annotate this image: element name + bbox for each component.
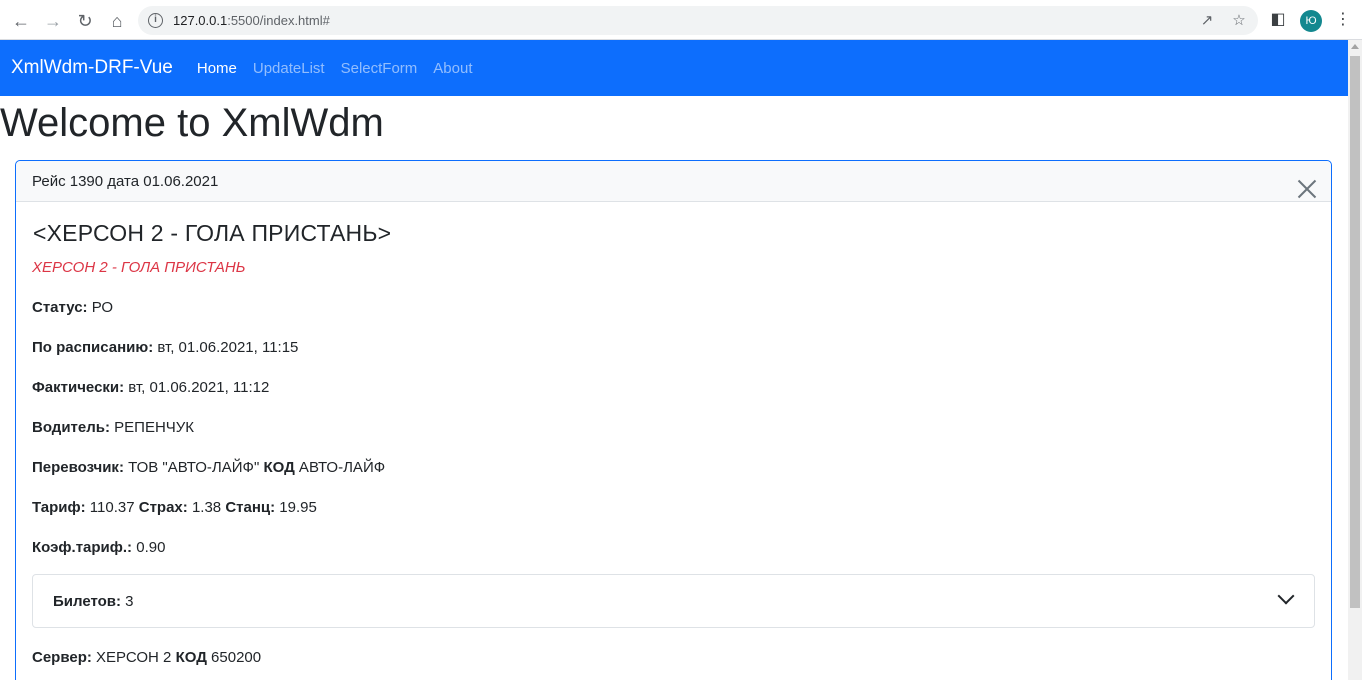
server-value: ХЕРСОН 2 [91, 649, 176, 666]
page-content: XmlWdm-DRF-Vue Home UpdateList SelectFor… [0, 40, 1348, 680]
bookmark-star-icon[interactable]: ☆ [1230, 12, 1248, 30]
actual-label: Фактически: [32, 379, 125, 396]
coef-field: Коэф.тариф.: 0.90 [32, 539, 165, 556]
driver-field: Водитель: РЕПЕНЧУК [32, 419, 194, 436]
carrier-value: ТОВ "АВТО-ЛАЙФ" [123, 459, 264, 476]
share-icon[interactable]: ↗ [1198, 12, 1216, 30]
server-label: Сервер: [32, 649, 92, 666]
chevron-down-icon[interactable] [1277, 587, 1295, 605]
scrollbar-thumb[interactable] [1350, 56, 1360, 608]
forward-arrow-icon[interactable]: → [40, 8, 66, 34]
menu-kebab-icon[interactable]: ⋮ [1332, 9, 1354, 31]
carrier-label: Перевозчик: [32, 459, 124, 476]
side-panel-icon[interactable]: ◧ [1267, 9, 1289, 31]
carrier-code-value: АВТО-ЛАЙФ [294, 459, 386, 476]
tickets-text: Билетов: 3 [53, 593, 134, 610]
nav-link-about[interactable]: About [433, 60, 472, 77]
status-value: РО [87, 299, 114, 316]
url-text[interactable]: 127.0.0.1:5500/index.html# [173, 13, 330, 28]
station-label: Станц: [225, 499, 276, 516]
tickets-label: Билетов: [53, 593, 122, 610]
status-label: Статус: [32, 299, 88, 316]
nav-link-selectform[interactable]: SelectForm [341, 60, 418, 77]
scroll-up-arrow-icon[interactable] [1351, 44, 1359, 49]
browser-toolbar: ← → ↻ ⌂ i 127.0.0.1:5500/index.html# ↗ ☆… [0, 0, 1362, 40]
status-field: Статус: РО [32, 299, 113, 316]
url-host: 127.0.0.1 [173, 13, 228, 28]
carrier-field: Перевозчик: ТОВ "АВТО-ЛАЙФ" КОД АВТО-ЛАЙ… [32, 459, 385, 476]
insurance-value: 1.38 [187, 499, 226, 516]
nav-link-home[interactable]: Home [197, 60, 237, 77]
driver-label: Водитель: [32, 419, 110, 436]
trip-card: Рейс 1390 дата 01.06.2021 <ХЕРСОН 2 - ГО… [15, 160, 1332, 680]
trip-header-text: Рейс 1390 дата 01.06.2021 [32, 173, 219, 190]
tariff-label: Тариф: [32, 499, 86, 516]
address-bar[interactable]: i 127.0.0.1:5500/index.html# ↗ ☆ [138, 6, 1258, 35]
page-title: Welcome to XmlWdm [0, 101, 384, 145]
station-value: 19.95 [275, 499, 317, 516]
driver-value: РЕПЕНЧУК [109, 419, 195, 436]
actual-field: Фактически: вт, 01.06.2021, 11:12 [32, 379, 269, 396]
home-icon[interactable]: ⌂ [104, 8, 130, 34]
route-title: <ХЕРСОН 2 - ГОЛА ПРИСТАНЬ> [33, 220, 392, 246]
coef-value: 0.90 [132, 539, 166, 556]
close-icon[interactable] [1297, 179, 1317, 199]
tickets-accordion[interactable]: Билетов: 3 [32, 574, 1315, 628]
back-arrow-icon[interactable]: ← [8, 8, 34, 34]
url-path: :5500/index.html# [227, 13, 330, 28]
scheduled-value: вт, 01.06.2021, 11:15 [153, 339, 299, 356]
server-code-label: КОД [175, 649, 207, 666]
site-info-icon[interactable]: i [148, 13, 163, 28]
route-subtitle: ХЕРСОН 2 - ГОЛА ПРИСТАНЬ [32, 259, 246, 276]
tariff-value: 110.37 [85, 499, 139, 516]
reload-icon[interactable]: ↻ [72, 8, 98, 34]
server-field: Сервер: ХЕРСОН 2 КОД 650200 [32, 649, 261, 666]
card-header: Рейс 1390 дата 01.06.2021 [16, 161, 1331, 202]
tickets-value: 3 [121, 593, 134, 610]
insurance-label: Страх: [138, 499, 188, 516]
carrier-code-label: КОД [263, 459, 295, 476]
scheduled-label: По расписанию: [32, 339, 154, 356]
nav-link-updatelist[interactable]: UpdateList [253, 60, 325, 77]
page-scrollbar[interactable] [1348, 40, 1362, 680]
coef-label: Коэф.тариф.: [32, 539, 133, 556]
navbar-brand[interactable]: XmlWdm-DRF-Vue [11, 57, 173, 79]
server-code-value: 650200 [206, 649, 262, 666]
top-navbar: XmlWdm-DRF-Vue Home UpdateList SelectFor… [0, 40, 1348, 96]
scheduled-field: По расписанию: вт, 01.06.2021, 11:15 [32, 339, 298, 356]
actual-value: вт, 01.06.2021, 11:12 [124, 379, 270, 396]
tariff-field: Тариф: 110.37 Страх: 1.38 Станц: 19.95 [32, 499, 317, 516]
profile-avatar[interactable]: Ю [1300, 10, 1322, 32]
